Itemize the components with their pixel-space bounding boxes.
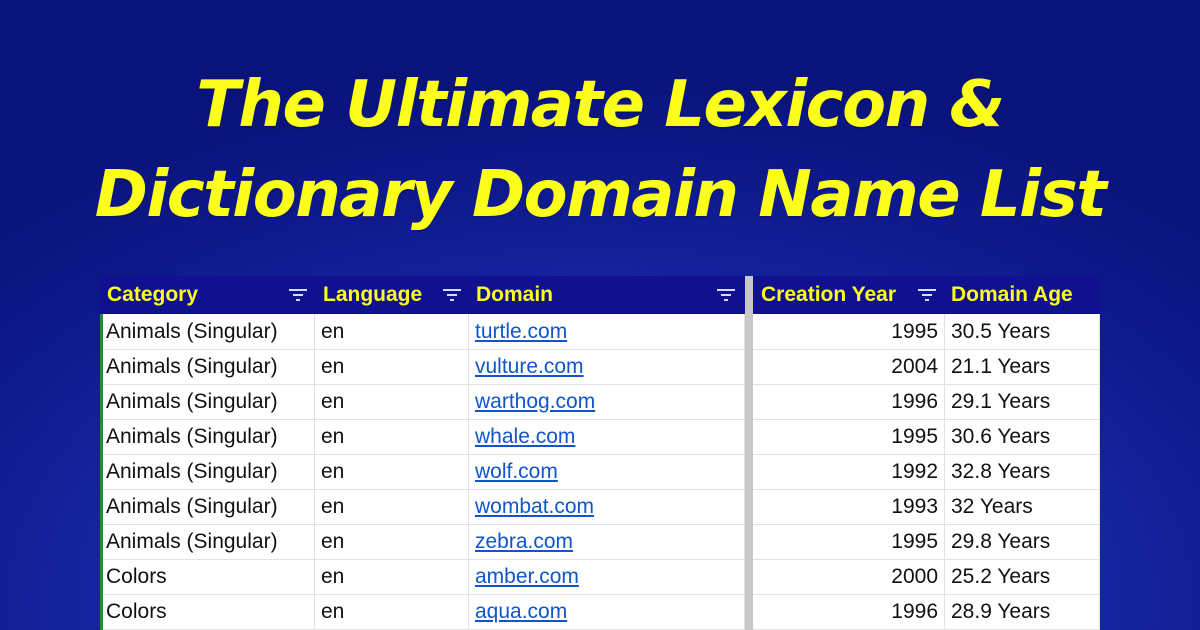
cell-domain[interactable]: turtle.com xyxy=(469,314,745,349)
cell-category[interactable]: Animals (Singular) xyxy=(100,419,315,454)
cell-creation-year[interactable]: 2004 xyxy=(753,349,945,384)
header-domain[interactable]: Domain xyxy=(476,276,553,314)
cell-domain-age[interactable]: 25.2 Years xyxy=(945,559,1100,594)
cell-domain-age[interactable]: 29.1 Years xyxy=(945,384,1100,419)
title-line-2: Dictionary Domain Name List xyxy=(94,158,1107,232)
table-row[interactable]: Animals (Singular) en zebra.com 1995 29.8 Ye… xyxy=(100,524,1100,560)
cell-language[interactable]: en xyxy=(315,314,469,349)
domain-link[interactable]: wolf.com xyxy=(475,460,558,483)
cell-domain-age[interactable]: 30.5 Years xyxy=(945,314,1100,349)
cell-creation-year[interactable]: 2000 xyxy=(753,559,945,594)
cell-category[interactable]: Animals (Singular) xyxy=(100,454,315,489)
filter-icon[interactable] xyxy=(443,287,461,303)
header-domain-age[interactable]: Domain Age xyxy=(951,276,1073,314)
cell-domain-age[interactable]: 21.1 Years xyxy=(945,349,1100,384)
table-row[interactable]: Animals (Singular) en turtle.com 1995 30.5 Y… xyxy=(100,314,1100,350)
domain-link[interactable]: vulture.com xyxy=(475,355,584,378)
table-row[interactable]: Colors en aqua.com 1996 28.9 Years xyxy=(100,594,1100,630)
frozen-column-divider[interactable] xyxy=(745,276,753,630)
cell-language[interactable]: en xyxy=(315,559,469,594)
cell-creation-year[interactable]: 1995 xyxy=(753,419,945,454)
domain-link[interactable]: warthog.com xyxy=(475,390,595,413)
cell-domain[interactable]: wombat.com xyxy=(469,489,745,524)
cell-category[interactable]: Colors xyxy=(100,559,315,594)
cell-domain-age[interactable]: 30.6 Years xyxy=(945,419,1100,454)
cell-creation-year[interactable]: 1992 xyxy=(753,454,945,489)
cell-domain[interactable]: amber.com xyxy=(469,559,745,594)
cell-language[interactable]: en xyxy=(315,384,469,419)
cell-language[interactable]: en xyxy=(315,489,469,524)
cell-domain-age[interactable]: 29.8 Years xyxy=(945,524,1100,559)
cell-language[interactable]: en xyxy=(315,594,469,629)
cell-domain-age[interactable]: 28.9 Years xyxy=(945,594,1100,629)
header-row: Category Language Domain Creation Year D… xyxy=(100,276,1100,314)
title-line-1: The Ultimate Lexicon & xyxy=(196,68,1005,142)
header-category[interactable]: Category xyxy=(107,276,198,314)
cell-domain[interactable]: aqua.com xyxy=(469,594,745,629)
domain-link[interactable]: turtle.com xyxy=(475,320,567,343)
table-row[interactable]: Animals (Singular) en wombat.com 1993 32 Yea… xyxy=(100,489,1100,525)
header-language[interactable]: Language xyxy=(323,276,422,314)
domain-link[interactable]: zebra.com xyxy=(475,530,573,553)
cell-language[interactable]: en xyxy=(315,349,469,384)
cell-language[interactable]: en xyxy=(315,419,469,454)
filter-icon[interactable] xyxy=(289,287,307,303)
cell-domain-age[interactable]: 32.8 Years xyxy=(945,454,1100,489)
cell-creation-year[interactable]: 1996 xyxy=(753,384,945,419)
spreadsheet: Category Language Domain Creation Year D… xyxy=(100,276,1100,630)
header-creation-year[interactable]: Creation Year xyxy=(761,276,896,314)
cell-domain[interactable]: wolf.com xyxy=(469,454,745,489)
table-row[interactable]: Animals (Singular) en whale.com 1995 30.6 Ye… xyxy=(100,419,1100,455)
cell-category[interactable]: Colors xyxy=(100,594,315,629)
cell-category[interactable]: Animals (Singular) xyxy=(100,349,315,384)
cell-creation-year[interactable]: 1996 xyxy=(753,594,945,629)
cell-language[interactable]: en xyxy=(315,454,469,489)
cell-language[interactable]: en xyxy=(315,524,469,559)
cell-creation-year[interactable]: 1995 xyxy=(753,314,945,349)
filter-icon[interactable] xyxy=(717,287,735,303)
cell-category[interactable]: Animals (Singular) xyxy=(100,314,315,349)
cell-domain[interactable]: vulture.com xyxy=(469,349,745,384)
table-row[interactable]: Animals (Singular) en warthog.com 1996 29.1 … xyxy=(100,384,1100,420)
page-title: The Ultimate Lexicon & Dictionary Domain… xyxy=(0,60,1200,240)
domain-link[interactable]: whale.com xyxy=(475,425,575,448)
table-row[interactable]: Colors en amber.com 2000 25.2 Years xyxy=(100,559,1100,595)
cell-domain[interactable]: whale.com xyxy=(469,419,745,454)
table-row[interactable]: Animals (Singular) en vulture.com 2004 21.1 … xyxy=(100,349,1100,385)
cell-domain-age[interactable]: 32 Years xyxy=(945,489,1100,524)
cell-domain[interactable]: zebra.com xyxy=(469,524,745,559)
domain-link[interactable]: wombat.com xyxy=(475,495,594,518)
cell-category[interactable]: Animals (Singular) xyxy=(100,489,315,524)
cell-creation-year[interactable]: 1995 xyxy=(753,524,945,559)
cell-domain[interactable]: warthog.com xyxy=(469,384,745,419)
filter-icon[interactable] xyxy=(918,287,936,303)
domain-link[interactable]: aqua.com xyxy=(475,600,567,623)
cell-category[interactable]: Animals (Singular) xyxy=(100,384,315,419)
cell-category[interactable]: Animals (Singular) xyxy=(100,524,315,559)
cell-creation-year[interactable]: 1993 xyxy=(753,489,945,524)
row-selection-indicator xyxy=(100,314,103,630)
table-row[interactable]: Animals (Singular) en wolf.com 1992 32.8 Yea… xyxy=(100,454,1100,490)
domain-link[interactable]: amber.com xyxy=(475,565,579,588)
